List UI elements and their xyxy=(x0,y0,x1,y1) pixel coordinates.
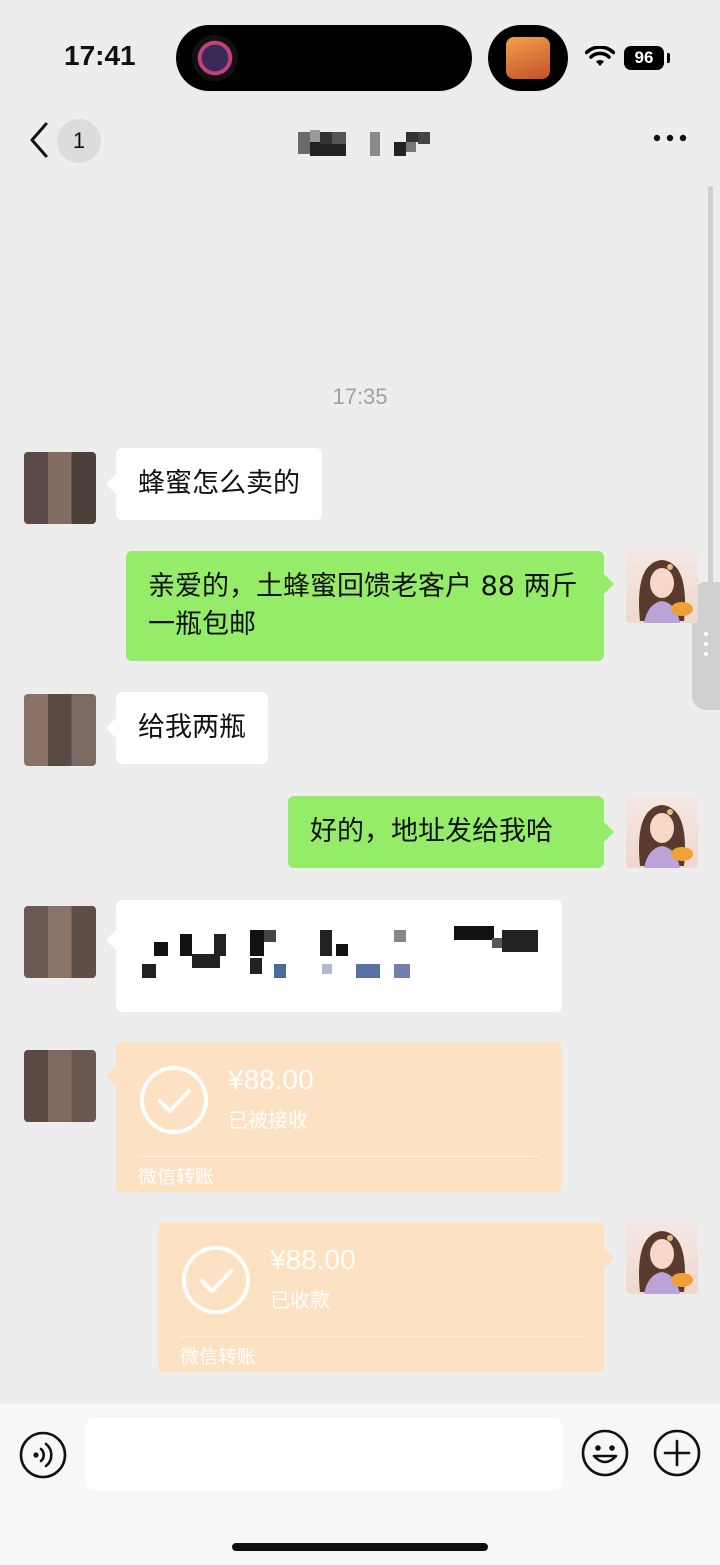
status-time: 17:41 xyxy=(64,40,136,71)
emoji-icon[interactable] xyxy=(580,1428,630,1478)
voice-icon[interactable] xyxy=(18,1430,68,1480)
contact-avatar[interactable] xyxy=(24,694,96,766)
wifi-icon xyxy=(585,46,615,66)
girl-avatar-icon xyxy=(639,560,693,623)
transfer-divider xyxy=(138,1156,540,1157)
bubble-tail xyxy=(604,574,614,594)
transfer-footer: 微信转账 xyxy=(180,1346,257,1368)
chat-title-redacted xyxy=(296,130,436,156)
wechat-transfer-card[interactable]: ¥88.00 已被接收 微信转账 xyxy=(116,1042,562,1192)
now-playing-artwork xyxy=(192,35,238,81)
bubble-tail xyxy=(106,1066,116,1086)
status-bar: 17:41 96 xyxy=(0,0,720,110)
message-bubble-outgoing[interactable]: 好的，地址发给我哈 xyxy=(288,796,604,868)
message-bubble-outgoing[interactable]: 亲爱的，土蜂蜜回馈老客户 88 两斤一瓶包邮 xyxy=(126,551,604,661)
contact-avatar[interactable] xyxy=(24,452,96,524)
transfer-amount: ¥88.00 xyxy=(228,1064,314,1095)
message-bubble-incoming[interactable]: 蜂蜜怎么卖的 xyxy=(116,448,322,520)
self-avatar[interactable] xyxy=(626,551,698,623)
girl-avatar-icon xyxy=(639,805,693,868)
girl-avatar-icon xyxy=(639,1231,693,1294)
home-indicator[interactable] xyxy=(232,1543,488,1551)
message-bubble-redacted-address[interactable] xyxy=(116,900,562,1012)
transfer-footer: 微信转账 xyxy=(138,1166,215,1188)
wechat-transfer-card[interactable]: ¥88.00 已收款 微信转账 xyxy=(158,1222,604,1372)
chat-header: 1 xyxy=(0,110,720,174)
dynamic-island[interactable] xyxy=(176,25,472,91)
message-bubble-incoming[interactable]: 给我两瓶 xyxy=(116,692,268,764)
self-avatar[interactable] xyxy=(626,1222,698,1294)
message-input[interactable] xyxy=(86,1418,562,1490)
live-activity[interactable] xyxy=(488,25,568,91)
self-avatar[interactable] xyxy=(626,796,698,868)
bubble-tail xyxy=(604,822,614,842)
back-icon[interactable] xyxy=(24,120,54,160)
transfer-divider xyxy=(180,1336,582,1337)
battery-tip xyxy=(667,53,670,63)
transfer-amount: ¥88.00 xyxy=(270,1244,356,1275)
live-activity-artwork xyxy=(506,37,550,79)
bubble-tail xyxy=(106,474,116,494)
contact-avatar[interactable] xyxy=(24,1050,96,1122)
check-circle-icon xyxy=(140,1066,208,1134)
message-timestamp: 17:35 xyxy=(332,384,388,409)
plus-icon[interactable] xyxy=(652,1428,702,1478)
transfer-status: 已收款 xyxy=(270,1288,330,1312)
input-bar xyxy=(0,1404,720,1565)
bubble-tail xyxy=(604,1248,614,1268)
bubble-tail xyxy=(106,718,116,738)
unread-count-badge[interactable]: 1 xyxy=(57,119,101,163)
transfer-status: 已被接收 xyxy=(228,1108,308,1132)
battery-icon: 96 xyxy=(624,46,664,70)
check-circle-icon xyxy=(182,1246,250,1314)
more-icon[interactable] xyxy=(652,132,688,144)
contact-avatar[interactable] xyxy=(24,906,96,978)
bubble-tail xyxy=(106,930,116,950)
